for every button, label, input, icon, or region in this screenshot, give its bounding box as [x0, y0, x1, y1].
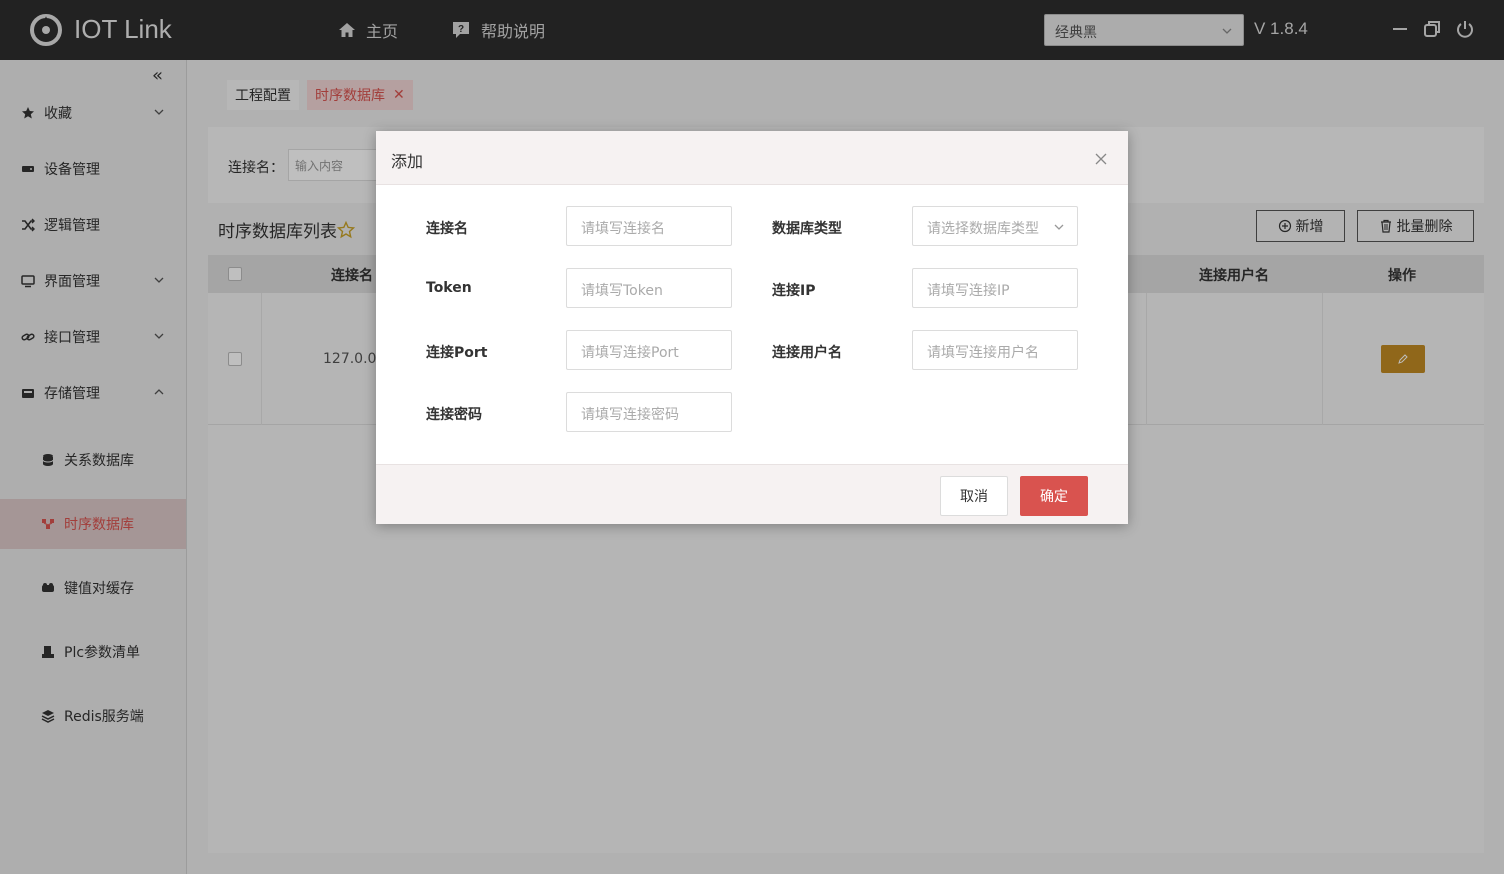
cancel-button[interactable]: 取消: [940, 476, 1008, 516]
close-icon[interactable]: [1094, 152, 1108, 166]
add-dialog: 添加 连接名 请填写连接名 数据库类型 请选择数据库类型 Token 请填写To…: [376, 131, 1128, 524]
dialog-footer: 取消 确定: [376, 464, 1128, 524]
connection-name-label: 连接名: [426, 221, 468, 237]
confirm-button[interactable]: 确定: [1020, 476, 1088, 516]
username-field[interactable]: 请填写连接用户名: [912, 330, 1078, 370]
dialog-header: 添加: [376, 131, 1128, 185]
dialog-title: 添加: [391, 152, 424, 171]
token-label: Token: [426, 280, 472, 296]
password-label: 连接密码: [426, 407, 482, 423]
ip-field[interactable]: 请填写连接IP: [912, 268, 1078, 308]
db-type-label: 数据库类型: [772, 221, 842, 237]
db-type-placeholder: 请选择数据库类型: [927, 221, 1039, 237]
password-field[interactable]: 请填写连接密码: [566, 392, 732, 432]
db-type-select[interactable]: 请选择数据库类型: [912, 206, 1078, 246]
chevron-down-icon: [1054, 224, 1064, 230]
connection-name-field[interactable]: 请填写连接名: [566, 206, 732, 246]
token-field[interactable]: 请填写Token: [566, 268, 732, 308]
ip-label: 连接IP: [772, 283, 816, 299]
port-field[interactable]: 请填写连接Port: [566, 330, 732, 370]
port-label: 连接Port: [426, 345, 488, 361]
username-label: 连接用户名: [772, 345, 842, 361]
